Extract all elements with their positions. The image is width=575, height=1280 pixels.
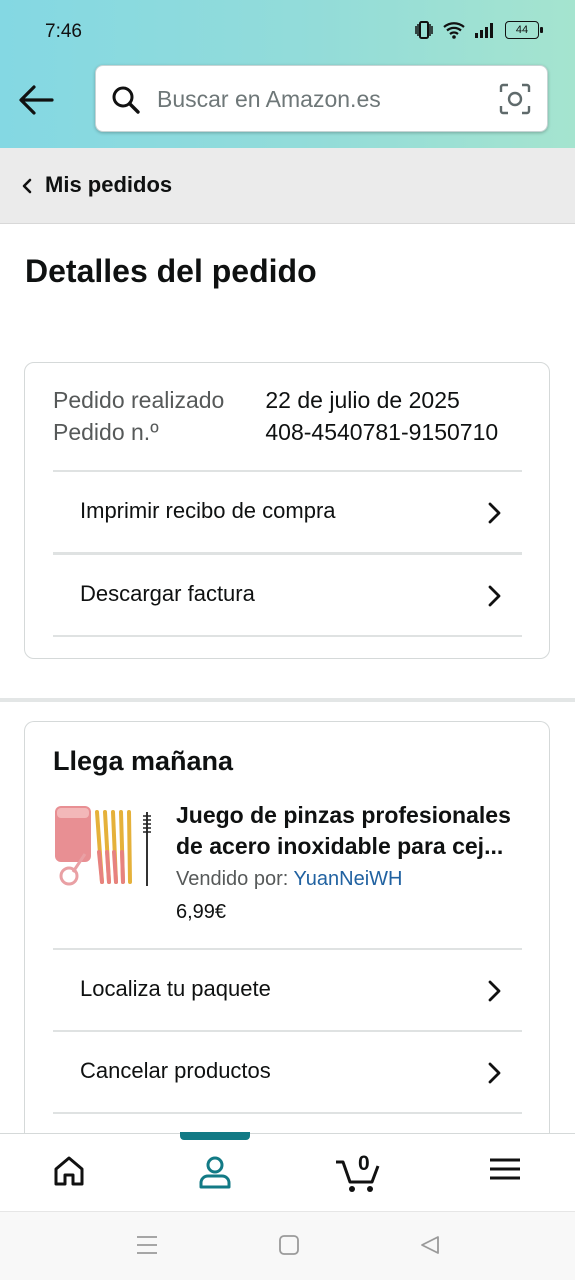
order-date-row: Pedido realizado 22 de julio de 2025 — [53, 387, 460, 414]
download-invoice-label: Descargar factura — [80, 581, 255, 606]
battery-icon: 44 — [505, 21, 543, 39]
top-bar: 7:46 44 Buscar en Amazon.es — [0, 0, 575, 148]
product-image[interactable] — [53, 802, 153, 898]
seller-link[interactable]: YuanNeiWH — [294, 868, 403, 890]
nav-menu[interactable] — [481, 1154, 529, 1198]
signal-icon — [475, 23, 493, 38]
chevron-right-icon — [488, 1062, 501, 1084]
account-icon — [199, 1156, 231, 1189]
order-number-value: 408-4540781-9150710 — [265, 419, 499, 445]
seller-label: Vendido por: — [176, 868, 294, 890]
wifi-icon — [443, 22, 465, 39]
section-separator — [0, 698, 575, 702]
seller-info: Vendido por: YuanNeiWH — [176, 868, 402, 891]
breadcrumb-label[interactable]: Mis pedidos — [45, 172, 172, 198]
status-icons: 44 — [414, 20, 543, 40]
bottom-nav: 0 — [0, 1132, 575, 1211]
track-package-label: Localiza tu paquete — [80, 976, 271, 1001]
track-package-link[interactable]: Localiza tu paquete — [53, 950, 522, 1032]
download-invoice-link[interactable]: Descargar factura — [53, 555, 522, 637]
delivery-status: Llega mañana — [53, 746, 234, 776]
breadcrumb[interactable]: Mis pedidos — [0, 148, 575, 224]
back-button-icon[interactable] — [419, 1234, 441, 1256]
home-button-icon[interactable] — [278, 1234, 300, 1256]
chevron-right-icon — [488, 980, 501, 1002]
status-time: 7:46 — [45, 21, 82, 42]
nav-account[interactable] — [191, 1154, 239, 1198]
divider — [53, 635, 522, 637]
product-title[interactable]: Juego de pinzas profesionales de acero i… — [176, 800, 521, 862]
cancel-products-link[interactable]: Cancelar productos — [53, 1032, 522, 1114]
print-receipt-label: Imprimir recibo de compra — [80, 498, 336, 523]
vibrate-icon — [415, 21, 433, 39]
order-info-card: Pedido realizado 22 de julio de 2025 Ped… — [24, 362, 550, 659]
nav-home[interactable] — [45, 1154, 93, 1198]
chevron-right-icon — [488, 585, 501, 607]
search-input[interactable]: Buscar en Amazon.es — [95, 65, 548, 132]
order-number-row: Pedido n.º 408-4540781-9150710 — [53, 419, 498, 446]
divider — [53, 1112, 522, 1114]
cart-count: 0 — [358, 1152, 370, 1175]
active-tab-indicator — [180, 1132, 250, 1140]
cancel-products-label: Cancelar productos — [80, 1058, 271, 1083]
shipment-card: Llega mañana Juego de pinzas profesional… — [24, 721, 550, 1161]
page-title: Detalles del pedido — [25, 253, 317, 289]
print-receipt-link[interactable]: Imprimir recibo de compra — [53, 472, 522, 554]
chevron-left-icon — [22, 178, 32, 194]
home-icon — [54, 1156, 84, 1186]
search-icon — [112, 86, 140, 114]
back-arrow-icon[interactable] — [16, 82, 56, 118]
camera-search-icon[interactable] — [499, 83, 531, 115]
menu-icon — [490, 1158, 520, 1180]
order-date-value: 22 de julio de 2025 — [265, 387, 460, 413]
chevron-right-icon — [488, 502, 501, 524]
order-date-label: Pedido realizado — [53, 387, 225, 413]
order-number-label: Pedido n.º — [53, 419, 159, 445]
search-placeholder: Buscar en Amazon.es — [157, 86, 381, 112]
product-price: 6,99€ — [176, 901, 227, 923]
system-nav-bar — [0, 1211, 575, 1280]
recent-apps-icon[interactable] — [136, 1234, 158, 1256]
